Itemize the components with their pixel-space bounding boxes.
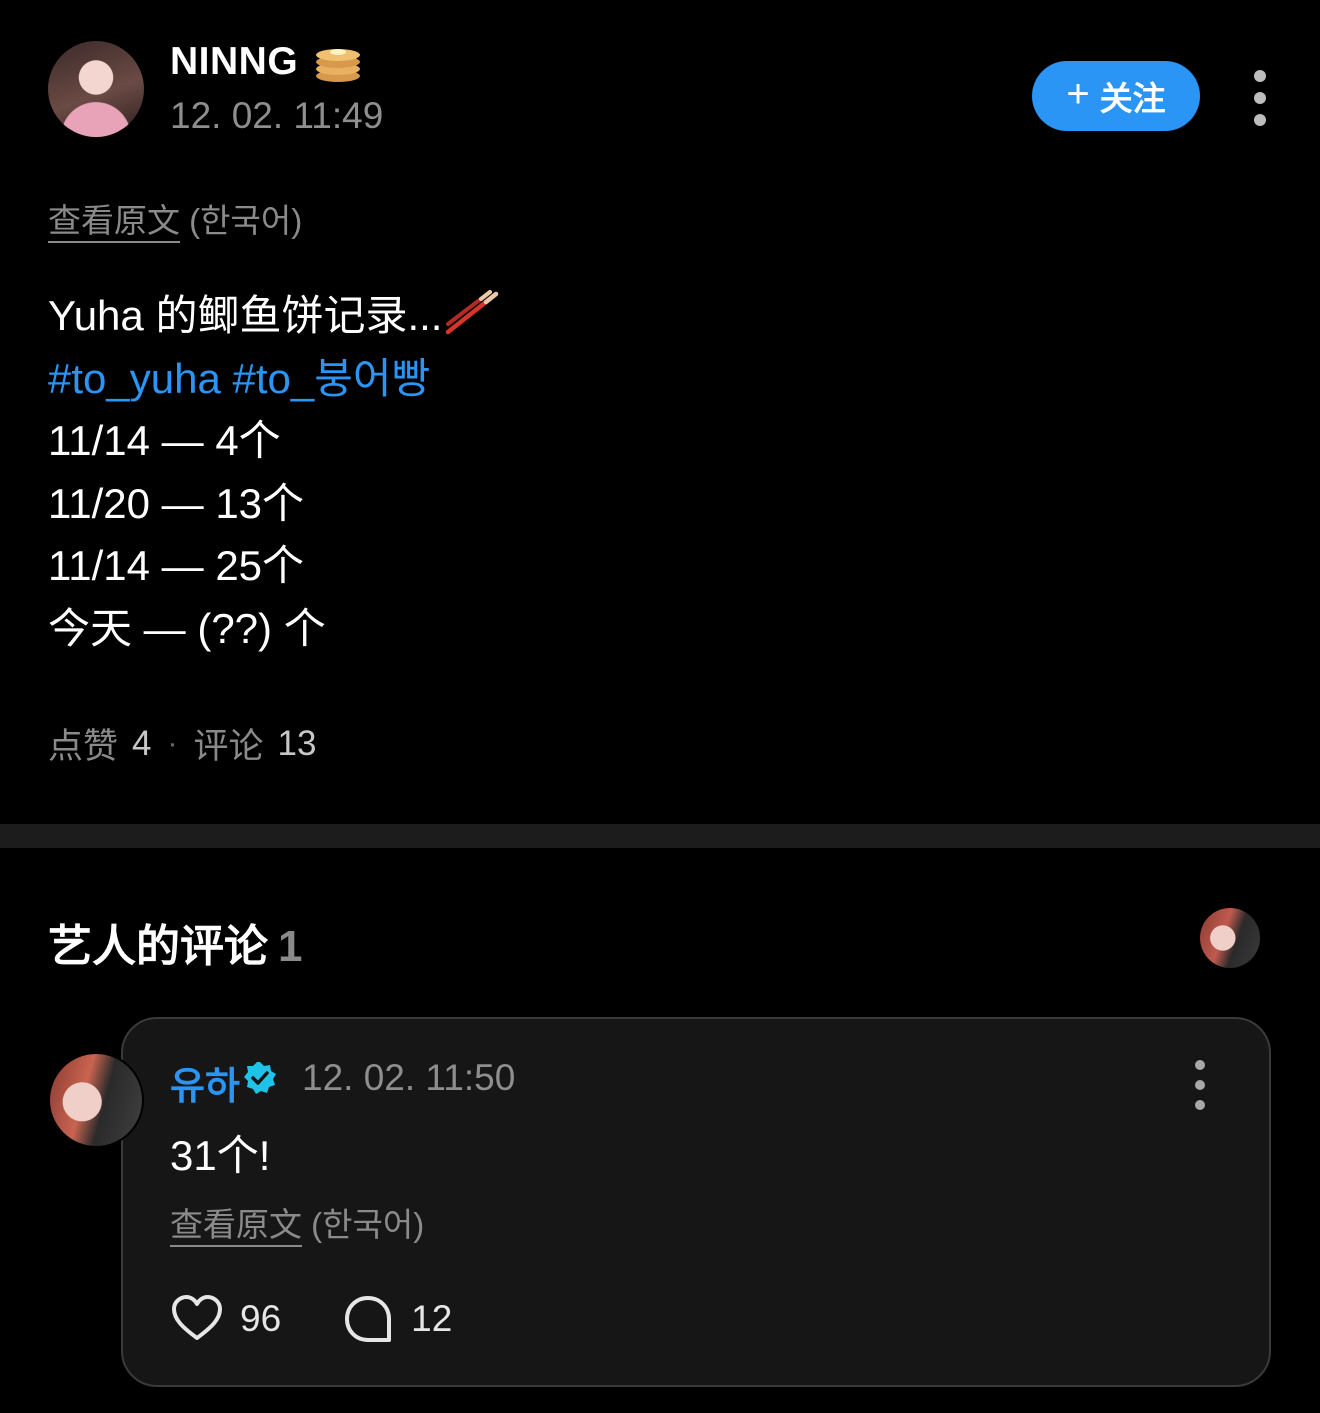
original-language: (한국어) bbox=[189, 202, 303, 239]
translate-row: 查看原文 (한국어) bbox=[48, 194, 303, 243]
comment-more-icon[interactable] bbox=[1188, 1060, 1212, 1110]
record-line: 11/14 — 25个 bbox=[48, 542, 305, 589]
post-stats: 点赞 4 · 评论 13 bbox=[48, 718, 316, 769]
record-line: 11/20 — 13个 bbox=[48, 479, 305, 527]
comments-label[interactable]: 评论 bbox=[193, 718, 263, 769]
pancake-icon bbox=[316, 49, 360, 82]
verified-icon bbox=[244, 1062, 276, 1094]
like-count: 96 bbox=[240, 1298, 282, 1339]
hashtags: #to_yuha #to_붕어빵 bbox=[48, 348, 502, 411]
reply-count: 12 bbox=[411, 1298, 453, 1339]
post-title-text: Yuha 的鲫鱼饼记录... bbox=[48, 292, 443, 339]
comments-count[interactable]: 13 bbox=[278, 724, 317, 764]
post-timestamp: 12. 02. 11:49 bbox=[170, 95, 384, 136]
comment-original-language: (한국어) bbox=[311, 1206, 425, 1243]
record-line: 11/14 — 4个 bbox=[48, 417, 281, 464]
post: NINNG 12. 02. 11:49 + 关注 查看原文 (한국어) Yuha… bbox=[0, 0, 1320, 824]
post-body: Yuha 的鲫鱼饼记录... #to_yuha #to_붕어빵 11/14 — … bbox=[48, 285, 502, 660]
comment-view-original-link[interactable]: 查看原文 bbox=[170, 1206, 302, 1247]
follow-label: 关注 bbox=[1099, 80, 1166, 117]
hashtag-to-yuha[interactable]: #to_yuha bbox=[48, 355, 221, 402]
reply-button[interactable]: 12 bbox=[341, 1292, 452, 1346]
artist-comments-title: 艺人的评论 1 bbox=[48, 910, 302, 974]
plus-icon: + bbox=[1066, 72, 1090, 116]
artist-avatar-small[interactable] bbox=[1200, 908, 1260, 968]
likes-label[interactable]: 点赞 bbox=[48, 718, 118, 769]
heart-icon bbox=[172, 1295, 222, 1340]
chopsticks-icon bbox=[446, 290, 499, 335]
separator-dot: · bbox=[167, 726, 178, 760]
author-avatar[interactable] bbox=[48, 41, 144, 137]
comment-timestamp: 12. 02. 11:50 bbox=[302, 1057, 516, 1098]
like-button[interactable]: 96 bbox=[170, 1292, 281, 1346]
hashtag-to-bungeoppang[interactable]: #to_붕어빵 bbox=[233, 355, 431, 402]
likes-count[interactable]: 4 bbox=[132, 724, 151, 764]
artist-comments-label: 艺人的评论 bbox=[48, 922, 268, 971]
comment-actions: 96 12 bbox=[170, 1292, 452, 1346]
author-name[interactable]: NINNG bbox=[170, 40, 298, 84]
view-original-link[interactable]: 查看原文 bbox=[48, 202, 180, 243]
commenter-name[interactable]: 유하 bbox=[170, 1055, 240, 1110]
commenter-avatar[interactable] bbox=[48, 1052, 144, 1148]
section-divider bbox=[0, 824, 1320, 848]
post-title-line: Yuha 的鲫鱼饼记录... bbox=[48, 285, 502, 348]
artist-comments-count: 1 bbox=[278, 922, 303, 971]
follow-button[interactable]: + 关注 bbox=[1032, 61, 1200, 131]
record-line: 今天 — (??) 个 bbox=[48, 604, 326, 652]
comment-text: 31个! bbox=[170, 1132, 271, 1179]
comment-translate-row: 查看原文 (한국어) bbox=[170, 1198, 425, 1247]
comment-icon bbox=[345, 1296, 392, 1342]
more-icon[interactable] bbox=[1248, 70, 1272, 126]
